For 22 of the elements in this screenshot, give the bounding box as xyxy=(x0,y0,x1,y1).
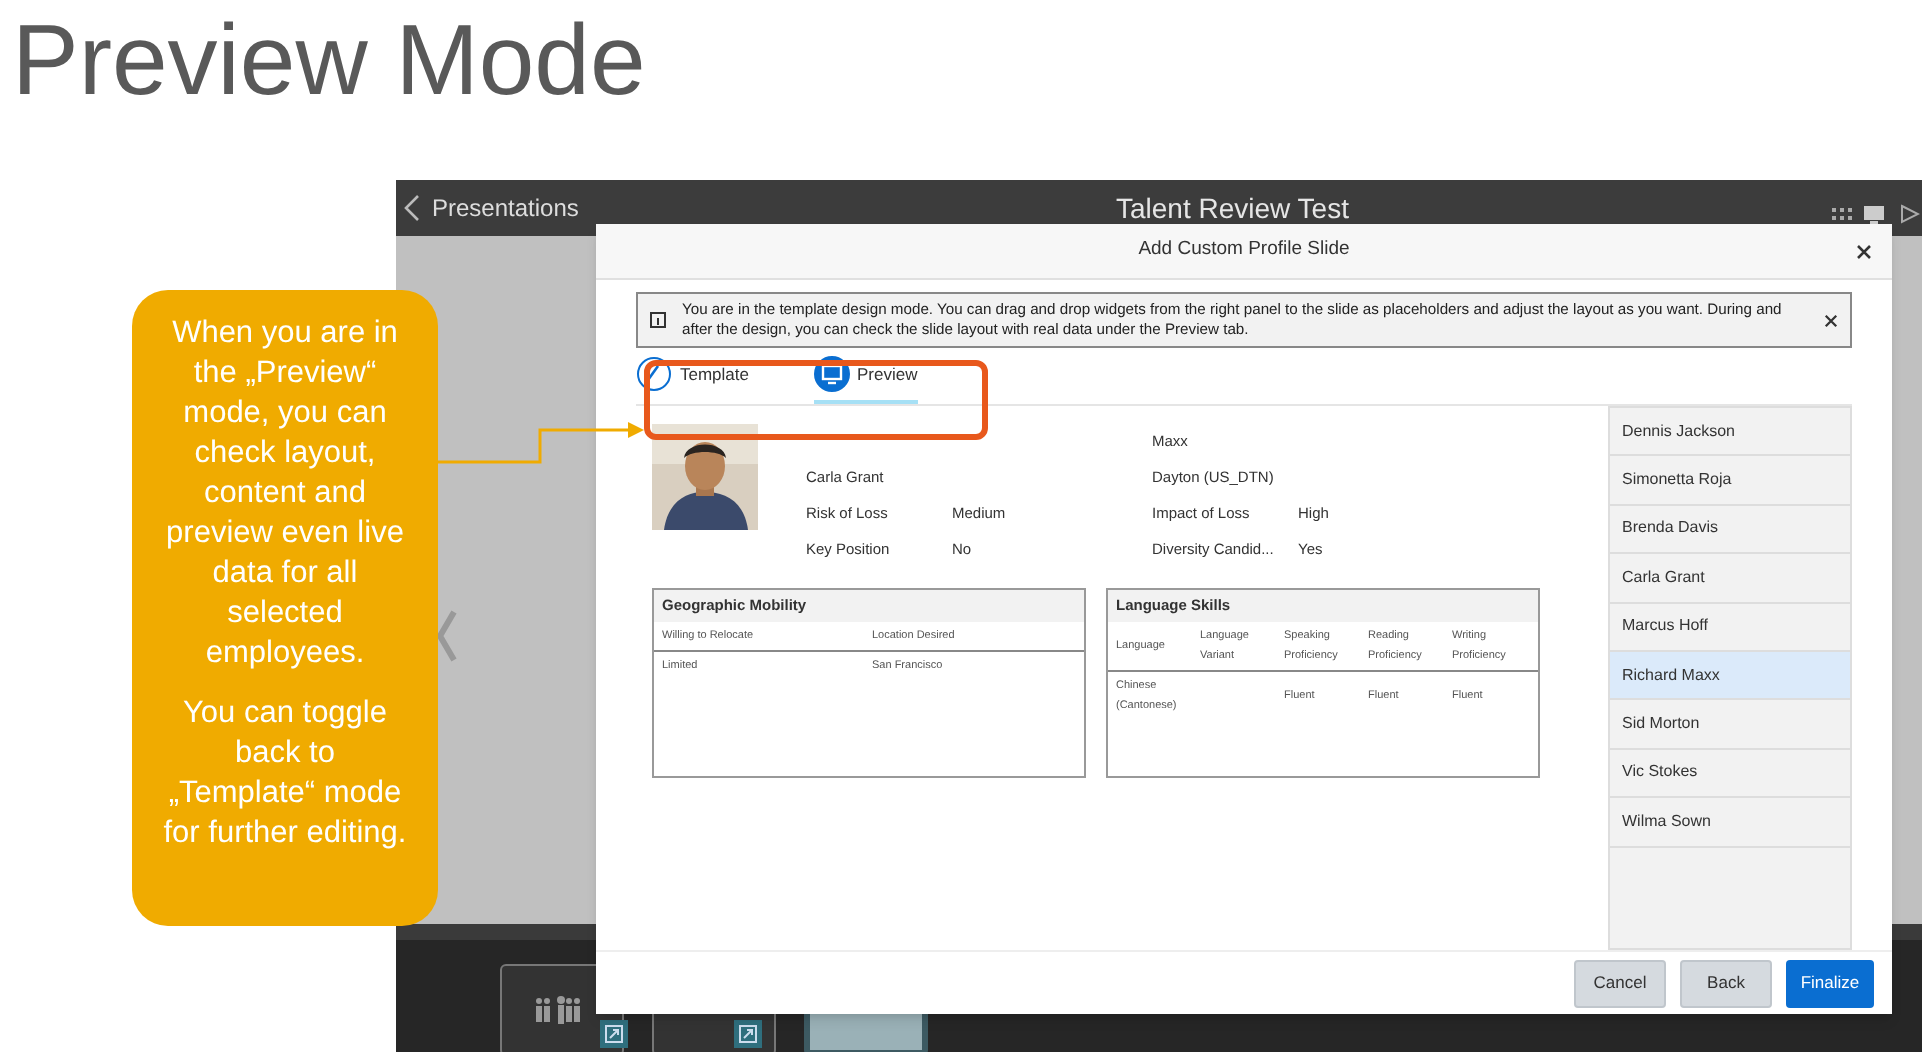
expand-icon[interactable] xyxy=(600,1020,628,1048)
close-icon[interactable] xyxy=(1856,244,1872,260)
callout-text: When you are in the „Preview“ mode, you can check layout, content and preview even live data for all selected employees. xyxy=(164,314,406,674)
tab[interactable]: Template xyxy=(636,348,749,404)
presentations-link[interactable]: Presentations xyxy=(404,190,579,226)
info-icon xyxy=(650,312,666,328)
slide-title: Preview Mode xyxy=(12,2,646,120)
chevron-left-icon xyxy=(404,194,420,222)
pencil-icon xyxy=(636,356,672,392)
callout-text: You can toggle back to „Template“ mode for further editing. xyxy=(161,694,409,854)
dialog-button[interactable]: Finalize xyxy=(1786,959,1874,1007)
dialog-button[interactable]: Cancel xyxy=(1574,959,1666,1007)
screen-icon[interactable] xyxy=(1864,206,1884,224)
employee-item[interactable]: Richard Maxx xyxy=(1610,651,1850,701)
expand-icon[interactable] xyxy=(734,1020,762,1048)
close-icon[interactable] xyxy=(1824,313,1838,327)
dialog-title: Add Custom Profile Slide xyxy=(1138,236,1350,265)
tab[interactable]: Preview xyxy=(813,348,918,404)
monitor-icon xyxy=(813,356,849,392)
dialog-button[interactable]: Back xyxy=(1680,959,1772,1007)
play-icon[interactable] xyxy=(1900,204,1920,224)
presentation-title: Talent Review Test xyxy=(1116,190,1349,228)
